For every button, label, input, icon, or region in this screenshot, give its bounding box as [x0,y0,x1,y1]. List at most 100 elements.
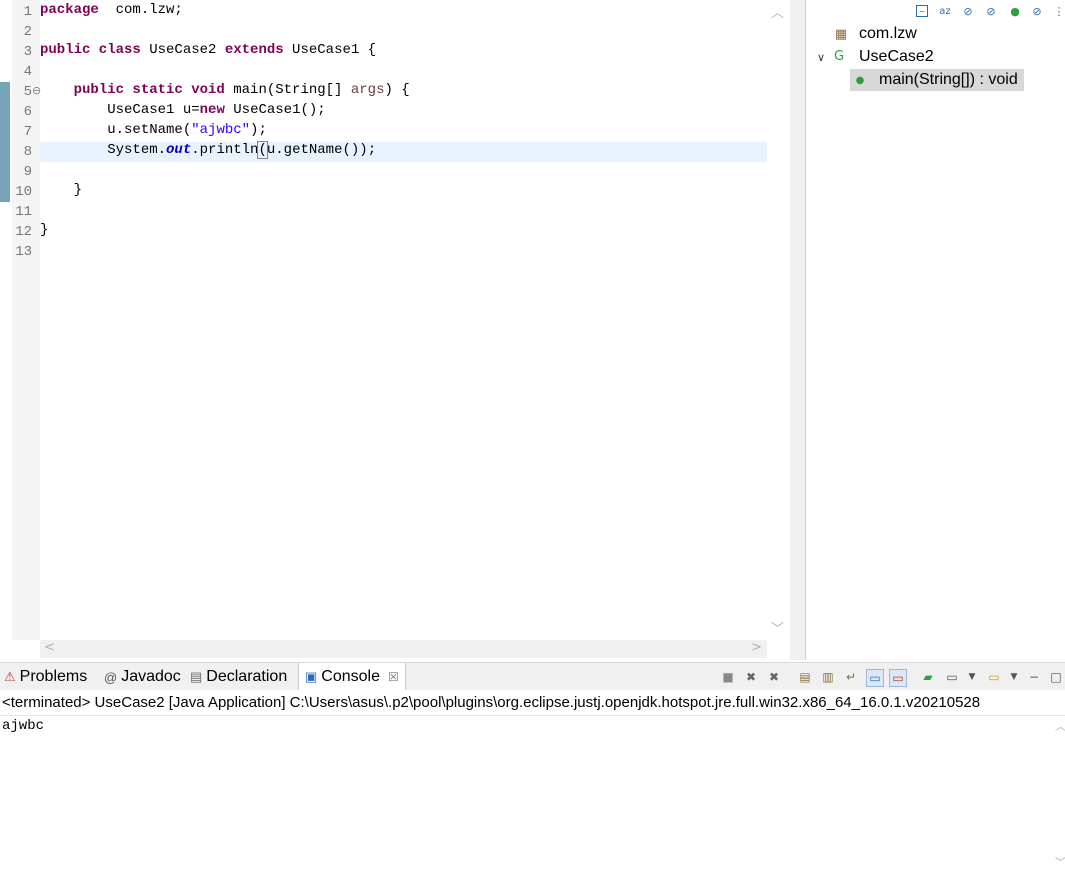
line-number: 4 [23,64,32,80]
console-output[interactable]: ajwbc [0,716,1055,880]
code-line-current[interactable]: System.out.println(u.getName()); [40,141,767,162]
word-wrap-icon[interactable]: ↵ [843,669,859,685]
code-token: .println [191,142,259,158]
code-line[interactable]: } [40,182,767,202]
scroll-up-icon[interactable]: ︿ [771,2,784,21]
outline-method[interactable]: main(String[]) : void [879,69,1018,91]
class-icon: G [833,48,845,64]
outline-package[interactable]: com.lzw [859,23,917,45]
terminated-status: <terminated> UseCase2 [Java Application]… [2,694,981,711]
code-token: } [40,182,83,198]
tab-javadoc[interactable]: @ Javadoc [104,663,181,691]
show-stdout-icon[interactable]: ▭ [866,669,884,687]
code-line[interactable] [40,162,767,182]
chevron-down-icon[interactable]: ▼ [1006,669,1022,685]
code-token: main(String[] [224,82,351,98]
stop-icon[interactable]: ■ [720,669,736,685]
chevron-down-icon[interactable]: ∨ [814,50,828,64]
code-token: args [350,82,385,98]
code-line[interactable]: public class UseCase2 extends UseCase1 { [40,42,767,62]
code-token: public class [40,42,141,58]
line-number: 7 [23,124,32,140]
package-icon: ▦ [834,26,848,42]
code-line[interactable] [40,242,767,262]
code-token: System. [40,142,167,158]
code-area[interactable]: package com.lzw; public class UseCase2 e… [40,0,767,640]
line-number: 6 [23,104,32,120]
scroll-up-icon[interactable]: ︿ [1055,718,1065,734]
line-number: 5 [23,84,32,100]
outline-class[interactable]: UseCase2 [859,46,934,68]
line-number: 11 [15,204,32,220]
code-line[interactable] [40,62,767,82]
show-stderr-icon[interactable]: ▭ [889,669,907,687]
open-console-icon[interactable]: ▭ [986,669,1002,685]
code-line[interactable]: public static void main(String[] args) { [40,82,767,102]
hide-nonpublic-icon[interactable]: ● [1008,4,1022,18]
line-number: 9 [23,164,32,180]
code-editor[interactable]: 1 2 3 4 5 ⊖ 6 7 8 9 10 11 12 13 package … [0,0,790,660]
remove-all-icon[interactable]: ✖ [766,669,782,685]
tab-label: Declaration [206,668,288,685]
pin-console-icon[interactable]: ▰ [920,669,936,685]
hide-fields-icon[interactable]: ⊘ [961,4,975,18]
editor-horizontal-scrollbar[interactable]: < > [40,640,767,658]
tab-console[interactable]: ▣ Console ☒ [298,663,406,691]
sort-icon[interactable]: az [938,4,952,18]
maximize-icon[interactable]: □ [1048,669,1064,685]
code-token: package [40,2,99,18]
code-token: u.getName()); [266,142,377,158]
code-token: UseCase1 { [283,42,377,58]
code-line[interactable]: u.setName("ajwbc"); [40,122,767,142]
code-line[interactable]: UseCase1 u=new UseCase1(); [40,102,767,122]
view-menu-icon[interactable]: ⋮ [1052,4,1065,18]
console-vertical-scrollbar[interactable]: ︿ ﹀ [1055,716,1065,876]
code-token: ) { [384,82,410,98]
hide-static-icon[interactable]: ⊘ [984,4,998,18]
line-number-gutter: 1 2 3 4 5 ⊖ 6 7 8 9 10 11 12 13 [12,0,41,640]
change-marker [0,82,10,202]
code-line[interactable]: } [40,222,767,242]
code-token: ); [250,122,267,138]
pane-divider[interactable] [790,0,806,660]
close-tab-icon[interactable]: ☒ [388,670,399,684]
code-line[interactable]: package com.lzw; [40,2,767,22]
scroll-right-icon[interactable]: > [751,640,762,655]
tab-problems[interactable]: ⚠ Problems [4,663,87,691]
code-token: } [40,222,49,238]
public-method-icon: ● [855,74,865,86]
code-token: com.lzw; [98,2,183,18]
code-token: UseCase1 u= [40,102,200,118]
remove-launch-icon[interactable]: ✖ [743,669,759,685]
code-line[interactable] [40,202,767,222]
line-number: 1 [23,4,32,20]
scroll-left-icon[interactable]: < [44,640,55,655]
code-token: ( [257,141,268,159]
tab-declaration[interactable]: ▤ Declaration [190,663,287,691]
code-token: UseCase1(); [224,102,326,118]
editor-vertical-scrollbar[interactable]: ︿ ﹀ [767,0,787,640]
display-console-icon[interactable]: ▭ [944,669,960,685]
line-number: 13 [15,244,32,260]
chevron-down-icon[interactable]: ▼ [964,669,980,685]
code-token: public static void [73,82,225,98]
scroll-down-icon[interactable]: ﹀ [1055,854,1065,870]
tab-label: Console [321,668,380,685]
minimize-icon[interactable]: − [1026,669,1042,685]
code-token: u.setName( [40,122,192,138]
javadoc-icon: @ [104,669,118,685]
code-token: out [166,142,192,158]
line-number: 8 [23,144,32,160]
scroll-down-icon[interactable]: ﹀ [771,618,784,637]
line-number: 2 [23,24,32,40]
code-token: "ajwbc" [191,122,251,138]
scroll-lock-icon[interactable]: ▥ [820,669,836,685]
code-line[interactable] [40,22,767,42]
code-token: new [199,102,225,118]
hide-local-types-icon[interactable]: ⊘ [1030,4,1044,18]
declaration-icon: ▤ [190,669,203,684]
collapse-all-icon[interactable]: − [916,5,928,17]
clear-console-icon[interactable]: ▤ [797,669,813,685]
tab-label: Problems [19,668,88,685]
